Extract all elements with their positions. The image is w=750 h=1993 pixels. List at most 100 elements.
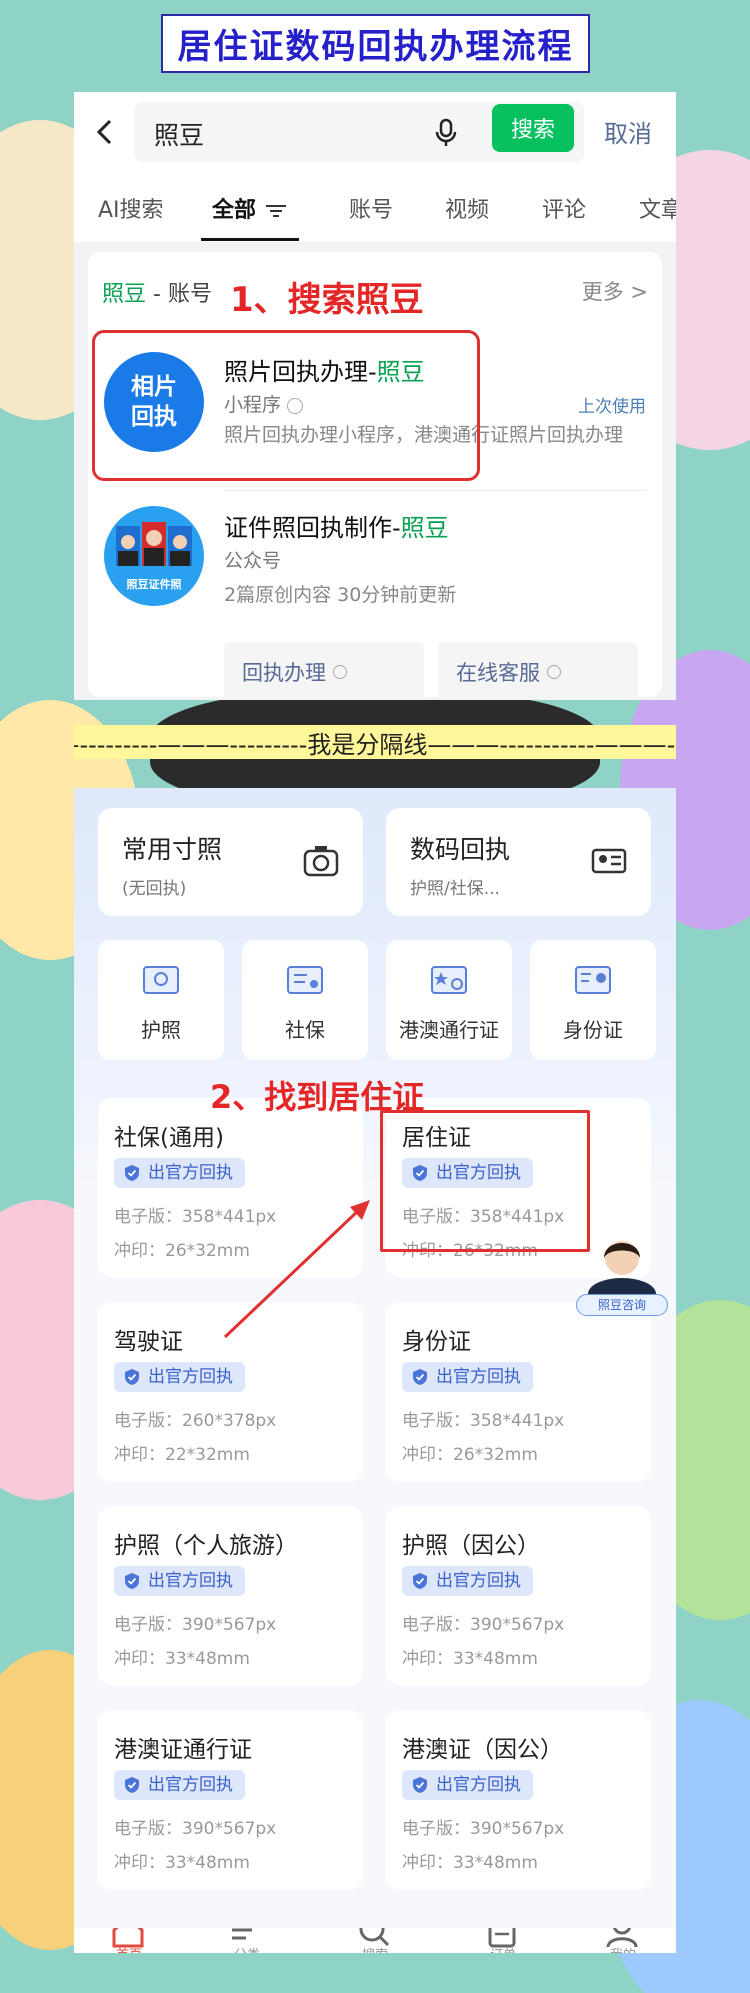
shield-check-icon (125, 1369, 139, 1385)
tab-home-label: 首页 (116, 1944, 142, 1953)
print-size: 冲印：33*48mm (402, 1853, 538, 1873)
search-button[interactable]: 搜索 (492, 104, 574, 152)
app-screenshot: 常用寸照 (无回执) 数码回执 护照/社保... 护照 社保 港澳通行证 身份证… (74, 788, 676, 1953)
shield-check-icon (413, 1777, 427, 1793)
digital-size: 电子版：390*567px (402, 1819, 565, 1839)
more-link[interactable]: 更多 > (582, 276, 648, 306)
shortcut-id-card[interactable]: 身份证 (530, 940, 656, 1060)
card-subtitle: (无回执) (122, 879, 187, 899)
consult-label: 照豆咨询 (576, 1294, 668, 1316)
digital-size: 电子版：358*441px (402, 1411, 565, 1431)
shield-check-icon (125, 1165, 139, 1181)
page-title: 居住证数码回执办理流程 (161, 14, 590, 73)
official-account-avatar: 照豆证件照 (104, 506, 204, 606)
tab-search-label: 搜索 (362, 1944, 388, 1953)
tab-articles[interactable]: 文章 (639, 192, 676, 224)
service-button-support[interactable]: 在线客服 (438, 642, 638, 700)
official-receipt-badge: 出官方回执 (114, 1362, 245, 1392)
digital-size: 电子版：260*378px (114, 1411, 277, 1431)
badge-label: 出官方回执 (148, 1163, 233, 1183)
doc-passport-personal[interactable]: 护照（个人旅游） 出官方回执 电子版：390*567px 冲印：33*48mm (98, 1506, 363, 1686)
shield-check-icon (125, 1573, 139, 1589)
doc-name: 社保(通用) (114, 1125, 224, 1151)
tab-orders-label: 订单 (490, 1944, 516, 1953)
shortcut-label: 港澳通行证 (399, 1018, 499, 1042)
tab-profile-label: 我的 (610, 1944, 636, 1953)
digital-size: 电子版：390*567px (402, 1615, 565, 1635)
print-size: 冲印：33*48mm (114, 1853, 250, 1873)
service-label: 在线客服 (456, 661, 540, 685)
doc-name: 身份证 (402, 1329, 471, 1355)
cancel-button[interactable]: 取消 (604, 114, 652, 149)
tab-all[interactable]: 全部 (212, 192, 287, 224)
shortcut-label: 身份证 (563, 1018, 623, 1042)
doc-passport-official[interactable]: 护照（因公） 出官方回执 电子版：390*567px 冲印：33*48mm (386, 1506, 651, 1686)
result-type: 公众号 (224, 550, 282, 572)
red-arrow-icon (223, 1200, 370, 1339)
doc-hk-macau-pass[interactable]: 港澳证通行证 出官方回执 电子版：390*567px 冲印：33*48mm (98, 1710, 363, 1890)
assistant-avatar-icon (588, 1241, 656, 1310)
card-subtitle: 护照/社保... (410, 879, 500, 899)
results-section-title: 照豆 - 账号 (102, 276, 212, 308)
shortcut-hk-macau-pass[interactable]: 港澳通行证 (386, 940, 512, 1060)
tab-accounts[interactable]: 账号 (349, 192, 393, 224)
card-digital-receipt[interactable]: 数码回执 护照/社保... (386, 808, 651, 916)
id-card-icon (575, 966, 611, 994)
tab-comments[interactable]: 评论 (542, 192, 586, 224)
doc-name: 港澳证通行证 (114, 1737, 252, 1763)
divider (224, 490, 646, 491)
result-description: 2篇原创内容 30分钟前更新 (224, 584, 457, 606)
service-button-receipt[interactable]: 回执办理 (224, 642, 424, 700)
badge-label: 出官方回执 (436, 1775, 521, 1795)
doc-name: 护照（个人旅游） (114, 1533, 298, 1559)
digital-size: 电子版：390*567px (114, 1819, 277, 1839)
official-receipt-badge: 出官方回执 (114, 1770, 245, 1800)
shield-check-icon (413, 1369, 427, 1385)
link-icon (546, 665, 561, 679)
consult-widget[interactable]: 照豆咨询 (576, 1232, 668, 1320)
print-size: 冲印：26*32mm (402, 1445, 538, 1465)
shortcut-passport[interactable]: 护照 (98, 940, 224, 1060)
bottom-tab-bar: 首页 分类 搜索 订单 我的 (74, 1928, 676, 1953)
doc-hk-macau-official[interactable]: 港澳证（因公） 出官方回执 电子版：390*567px 冲印：33*48mm (386, 1710, 651, 1890)
highlight-box-step1 (92, 330, 480, 481)
search-bar: 照豆 搜索 取消 (74, 92, 676, 172)
digital-size: 电子版：390*567px (114, 1615, 277, 1635)
result-title-brand: 照豆 (400, 514, 449, 542)
shortcut-label: 社保 (285, 1018, 325, 1042)
tab-ai-search[interactable]: AI搜索 (98, 192, 164, 224)
back-arrow-icon[interactable] (94, 118, 114, 146)
last-used-label: 上次使用 (578, 397, 646, 417)
doc-name: 港澳证（因公） (402, 1737, 563, 1763)
shield-check-icon (413, 1573, 427, 1589)
microphone-icon[interactable] (434, 118, 458, 148)
id-card-icon (591, 848, 627, 874)
official-receipt-badge: 出官方回执 (114, 1158, 245, 1188)
active-tab-indicator (201, 238, 299, 241)
doc-name: 护照（因公） (402, 1533, 540, 1559)
official-receipt-badge: 出官方回执 (114, 1566, 245, 1596)
print-size: 冲印：33*48mm (114, 1649, 250, 1669)
search-tabs: AI搜索 全部 账号 视频 评论 文章 (74, 172, 676, 242)
link-icon (332, 665, 347, 679)
print-size: 冲印：22*32mm (114, 1445, 250, 1465)
filter-icon[interactable] (266, 204, 287, 218)
separator-line: ——---------———---------我是分隔线———---------… (74, 725, 676, 759)
passport-icon (143, 966, 179, 994)
official-receipt-badge: 出官方回执 (402, 1566, 533, 1596)
avatar-brand-text: 照豆证件照 (126, 578, 182, 591)
tab-all-label: 全部 (212, 198, 257, 223)
camera-icon (303, 846, 339, 877)
card-title: 数码回执 (410, 835, 511, 864)
badge-label: 出官方回执 (148, 1367, 233, 1387)
step1-annotation: 1、搜索照豆 (230, 280, 424, 320)
shortcut-social-security[interactable]: 社保 (242, 940, 368, 1060)
section-suffix: - 账号 (146, 282, 212, 307)
shield-check-icon (125, 1777, 139, 1793)
card-common-photo[interactable]: 常用寸照 (无回执) (98, 808, 363, 916)
section-brand: 照豆 (102, 282, 147, 307)
doc-name: 驾驶证 (114, 1329, 183, 1355)
official-receipt-badge: 出官方回执 (402, 1362, 533, 1392)
doc-id-card[interactable]: 身份证 出官方回执 电子版：358*441px 冲印：26*32mm (386, 1302, 651, 1482)
tab-videos[interactable]: 视频 (445, 192, 489, 224)
